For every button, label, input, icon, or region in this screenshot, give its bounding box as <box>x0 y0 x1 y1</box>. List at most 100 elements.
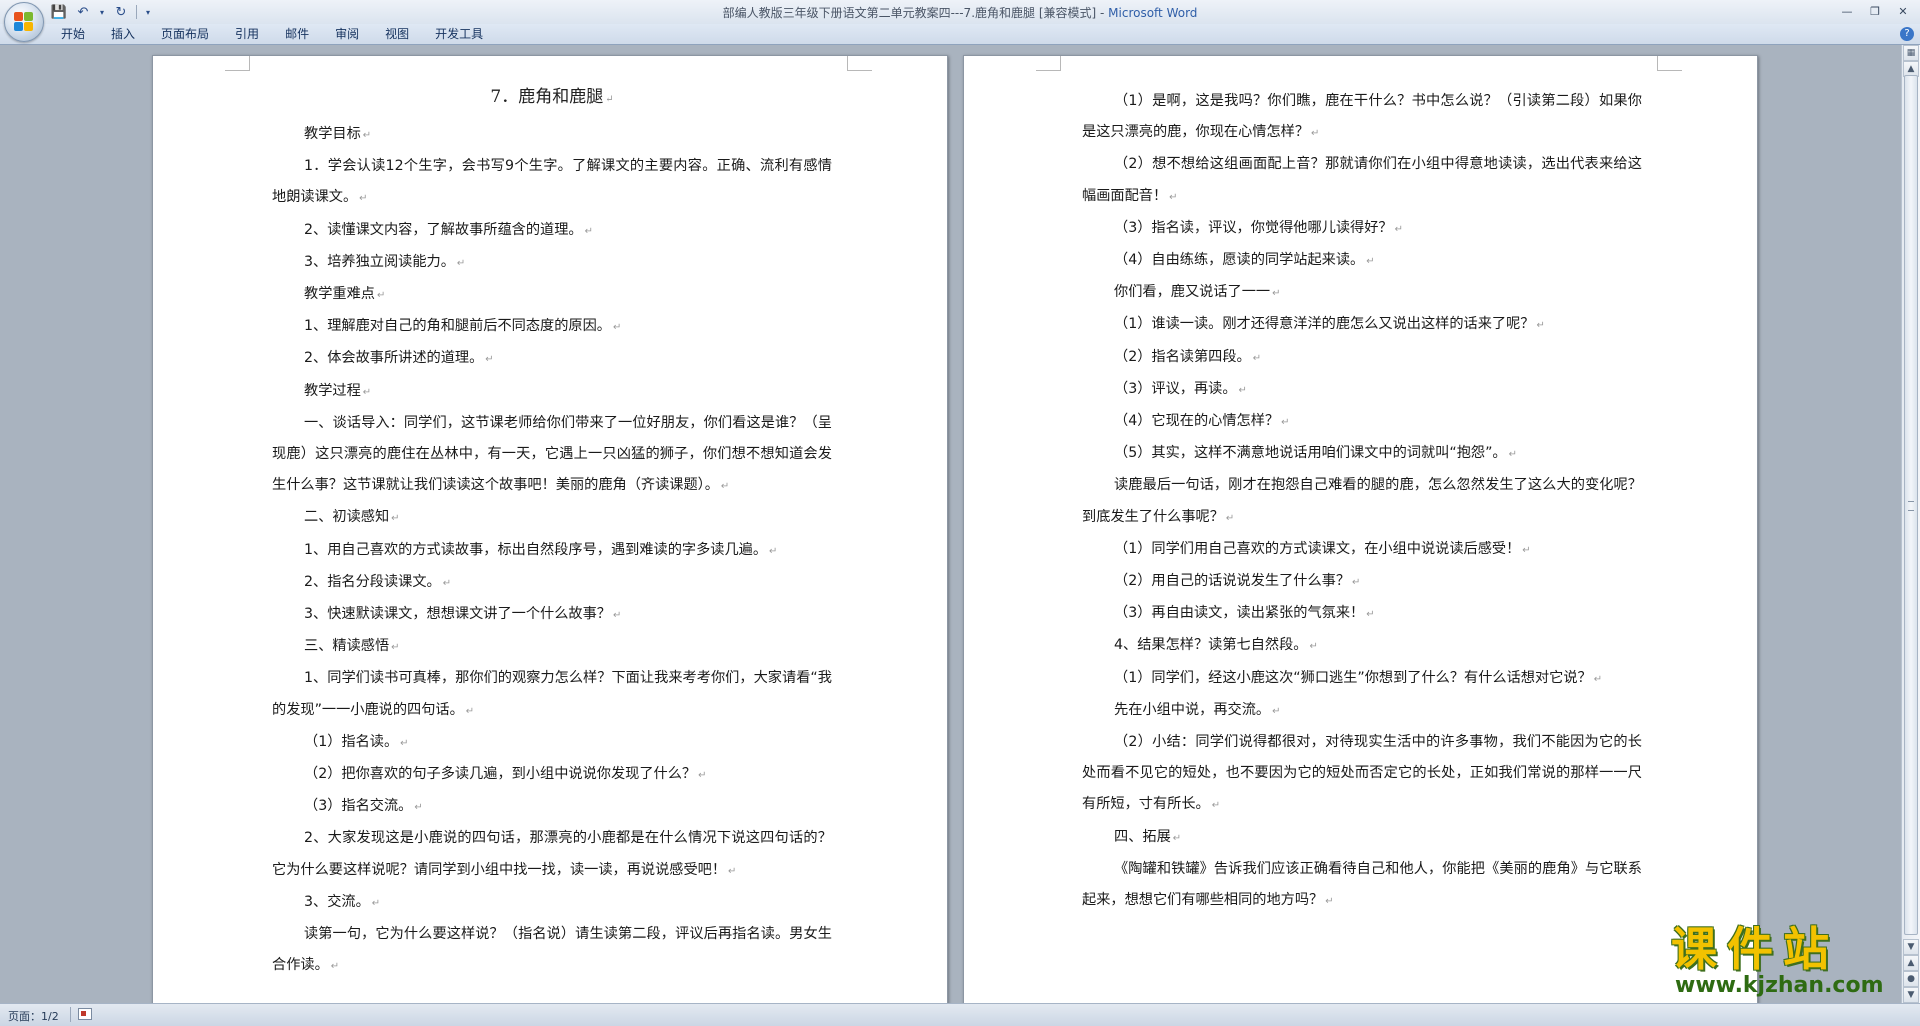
paragraph-text: 1．学会认读12个生字，会书写9个生字。了解课文的主要内容。正确、流利有感情地朗… <box>272 158 832 206</box>
help-icon[interactable]: ? <box>1900 27 1914 41</box>
page-1-content[interactable]: 7．鹿角和鹿腿 ↵ 教学目标 ↵ 1．学会认读12个生字，会书写9个生字。了解课文的主… <box>272 86 832 982</box>
ribbon-tab[interactable]: 开发工具 <box>422 27 496 41</box>
paragraph[interactable]: 2、读懂课文内容，了解故事所蕴含的道理。 ↵ <box>272 215 832 247</box>
paragraph[interactable]: （4）它现在的心情怎样？ ↵ <box>1082 406 1642 438</box>
paragraph[interactable]: 3、培养独立阅读能力。 ↵ <box>272 247 832 279</box>
paragraph[interactable]: （2）用自己的话说说发生了什么事？ ↵ <box>1082 566 1642 598</box>
paragraph[interactable]: （5）其实，这样不满意地说话用咱们课文中的词就叫“抱怨”。 ↵ <box>1082 438 1642 470</box>
paragraph[interactable]: 四、拓展 ↵ <box>1082 822 1642 854</box>
paragraph[interactable]: （3）指名交流。 ↵ <box>272 791 832 823</box>
paragraph-text: 3、交流。 <box>304 893 370 910</box>
ribbon-tab[interactable]: 审阅 <box>322 27 372 41</box>
paragraph[interactable]: 1、用自己喜欢的方式读故事，标出自然段序号，遇到难读的字多读几遍。 ↵ <box>272 535 832 567</box>
paragraph-text: （2）想不想给这组画面配上音？那就请你们在小组中得意地读读，选出代表来给这幅画面… <box>1082 156 1642 204</box>
previous-page-icon[interactable]: ▲ <box>1903 955 1919 971</box>
paragraph[interactable]: 你们看，鹿又说话了一一 ↵ <box>1082 277 1642 309</box>
paragraph[interactable]: 2、大家发现这是小鹿说的四句话，那漂亮的小鹿都是在什么情况下说这四句话的？它为什… <box>272 823 832 886</box>
paragraph[interactable]: （2）指名读第四段。 ↵ <box>1082 342 1642 374</box>
paragraph[interactable]: （2）想不想给这组画面配上音？那就请你们在小组中得意地读读，选出代表来给这幅画面… <box>1082 149 1642 212</box>
paragraph[interactable]: 读第一句，它为什么要这样说？（指名说）请生读第二段，评议后再指名读。男女生合作读… <box>272 919 832 982</box>
paragraph-text: 三、精读感悟 <box>304 638 390 655</box>
office-button[interactable] <box>4 2 44 42</box>
page-2[interactable]: （1）是啊，这是我吗？你们瞧，鹿在干什么？书中怎么说？（引读第二段）如果你是这只… <box>963 55 1758 1003</box>
paragraph[interactable]: 2、指名分段读课文。 ↵ <box>272 567 832 599</box>
paragraph-text: 读第一句，它为什么要这样说？（指名说）请生读第二段，评议后再指名读。男女生合作读… <box>272 926 832 974</box>
scroll-down-icon[interactable]: ▼ <box>1903 939 1919 955</box>
paragraph-mark: ↵ <box>362 386 372 398</box>
paragraph-mark: ↵ <box>1325 896 1334 908</box>
paragraph-text: 4、结果怎样？读第七自然段。 <box>1114 637 1308 654</box>
ribbon-tab[interactable]: 视图 <box>372 27 422 41</box>
ribbon-tab[interactable]: 邮件 <box>272 27 322 41</box>
ribbon-tab[interactable]: 插入 <box>98 27 148 41</box>
paragraph-mark: ↵ <box>612 322 622 334</box>
paragraph[interactable]: 三、精读感悟 ↵ <box>272 631 832 663</box>
paragraph[interactable]: 3、快速默读课文，想想课文讲了一个什么故事？ ↵ <box>272 599 832 631</box>
proofing-icon[interactable] <box>78 1008 92 1020</box>
next-page-icon[interactable]: ▼ <box>1903 987 1919 1003</box>
maximize-icon[interactable]: ❐ <box>1862 2 1888 20</box>
paragraph-mark: ↵ <box>728 865 737 877</box>
close-icon[interactable]: ✕ <box>1890 2 1916 20</box>
paragraph-text: 教学重难点 <box>304 286 375 303</box>
page-2-content[interactable]: （1）是啊，这是我吗？你们瞧，鹿在干什么？书中怎么说？（引读第二段）如果你是这只… <box>1082 86 1642 917</box>
paragraph[interactable]: 1、理解鹿对自己的角和腿前后不同态度的原因。 ↵ <box>272 311 832 343</box>
paragraph-text: （2）小结：同学们说得都很对，对待现实生活中的许多事物，我们不能因为它的长处而看… <box>1082 734 1642 813</box>
paragraph[interactable]: （3）评议，再读。 ↵ <box>1082 374 1642 406</box>
paragraph[interactable]: 1、同学们读书可真棒，那你们的观察力怎么样？下面让我来考考你们，大家请看“我的发… <box>272 663 832 726</box>
paragraph-mark: ↵ <box>1238 384 1247 396</box>
ribbon-tabs: 开始 插入 页面布局 引用 邮件 审阅 视图 开发工具 <box>48 27 496 41</box>
paragraph-mark: ↵ <box>1272 705 1281 717</box>
paragraph[interactable]: （1）同学们用自己喜欢的方式读课文，在小组中说说读后感受！ ↵ <box>1082 534 1642 566</box>
page-1[interactable]: 7．鹿角和鹿腿 ↵ 教学目标 ↵ 1．学会认读12个生字，会书写9个生字。了解课文的主… <box>152 55 948 1003</box>
paragraph-mark: ↵ <box>1169 191 1178 203</box>
paragraph-text: （2）把你喜欢的句子多读几遍，到小组中说说你发现了什么？ <box>304 766 697 783</box>
paragraph-mark: ↵ <box>1508 449 1517 461</box>
paragraph[interactable]: 2、体会故事所讲述的道理。 ↵ <box>272 343 832 375</box>
paragraph[interactable]: 二、初读感知 ↵ <box>272 502 832 534</box>
paragraph[interactable]: （2）把你喜欢的句子多读几遍，到小组中说说你发现了什么？ ↵ <box>272 759 832 791</box>
paragraph[interactable]: （4）自由练练，愿读的同学站起来读。 ↵ <box>1082 245 1642 277</box>
paragraph[interactable]: （2）小结：同学们说得都很对，对待现实生活中的许多事物，我们不能因为它的长处而看… <box>1082 727 1642 822</box>
status-bar: 页面：1/2 <box>0 1003 1920 1026</box>
vertical-scrollbar[interactable]: ▦ ▲ ▼ ▲ ● ▼ <box>1901 45 1920 1003</box>
paragraph[interactable]: 教学过程 ↵ <box>272 376 832 408</box>
paragraph-mark: ↵ <box>1311 128 1320 140</box>
paragraph[interactable]: 教学目标 ↵ <box>272 119 832 151</box>
paragraph[interactable]: 先在小组中说，再交流。 ↵ <box>1082 695 1642 727</box>
paragraph-mark: ↵ <box>1366 609 1375 621</box>
ribbon-tab[interactable]: 页面布局 <box>148 27 222 41</box>
paragraph[interactable]: 一、谈话导入：同学们，这节课老师给你们带来了一位好朋友，你们看这是谁？（呈现鹿）… <box>272 408 832 503</box>
paragraph[interactable]: 1．学会认读12个生字，会书写9个生字。了解课文的主要内容。正确、流利有感情地朗… <box>272 151 832 214</box>
scroll-thumb[interactable] <box>1904 75 1918 935</box>
paragraph-text: 3、快速默读课文，想想课文讲了一个什么故事？ <box>304 606 611 623</box>
paragraph-text: （3）再自由读文，读出紧张的气氛来！ <box>1114 605 1365 622</box>
ruler-toggle-icon[interactable]: ▦ <box>1903 45 1919 61</box>
paragraph[interactable]: 3、交流。 ↵ <box>272 887 832 919</box>
ribbon-tab[interactable]: 引用 <box>222 27 272 41</box>
paragraph[interactable]: 教学重难点 ↵ <box>272 279 832 311</box>
document-area[interactable]: 7．鹿角和鹿腿 ↵ 教学目标 ↵ 1．学会认读12个生字，会书写9个生字。了解课文的主… <box>0 45 1902 1003</box>
paragraph[interactable]: （1）谁读一读。刚才还得意洋洋的鹿怎么又说出这样的话来了呢？ ↵ <box>1082 309 1642 341</box>
paragraph[interactable]: （1）同学们，经这小鹿这次“狮口逃生”你想到了什么？有什么话想对它说？ ↵ <box>1082 663 1642 695</box>
paragraph-mark: ↵ <box>720 481 730 493</box>
page-count[interactable]: 页面：1/2 <box>8 1008 59 1024</box>
paragraph-text: （1）指名读。 <box>304 733 399 750</box>
ribbon-tab[interactable]: 开始 <box>48 27 98 41</box>
select-browse-object-icon[interactable]: ● <box>1903 971 1919 987</box>
paragraph[interactable]: （1）指名读。 ↵ <box>272 727 832 759</box>
paragraph[interactable]: （3）再自由读文，读出紧张的气氛来！ ↵ <box>1082 598 1642 630</box>
paragraph-text: 《陶罐和铁罐》告诉我们应该正确看待自己和他人，你能把《美丽的鹿角》与它联系起来，… <box>1082 860 1642 909</box>
paragraph-text: （1）同学们，经这小鹿这次“狮口逃生”你想到了什么？有什么话想对它说？ <box>1114 669 1592 686</box>
paragraph-text: （3）指名交流。 <box>304 798 413 815</box>
paragraph[interactable]: 《陶罐和铁罐》告诉我们应该正确看待自己和他人，你能把《美丽的鹿角》与它联系起来，… <box>1082 854 1642 917</box>
window-title: 部编人教版三年级下册语文第二单元教案四---7.鹿角和鹿腿 [兼容模式] - M… <box>0 4 1920 21</box>
office-logo-icon <box>14 12 34 32</box>
paragraph[interactable]: （3）指名读，评议，你觉得他哪儿读得好？ ↵ <box>1082 213 1642 245</box>
crop-mark <box>847 56 872 71</box>
paragraph[interactable]: 4、结果怎样？读第七自然段。 ↵ <box>1082 630 1642 662</box>
paragraph[interactable]: （1）是啊，这是我吗？你们瞧，鹿在干什么？书中怎么说？（引读第二段）如果你是这只… <box>1082 86 1642 149</box>
minimize-icon[interactable]: — <box>1834 2 1860 20</box>
paragraph-text: 1、用自己喜欢的方式读故事，标出自然段序号，遇到难读的字多读几遍。 <box>304 541 768 558</box>
paragraph[interactable]: 读鹿最后一句话，刚才在抱怨自己难看的腿的鹿，怎么忽然发生了这么大的变化呢？到底发… <box>1082 470 1642 533</box>
